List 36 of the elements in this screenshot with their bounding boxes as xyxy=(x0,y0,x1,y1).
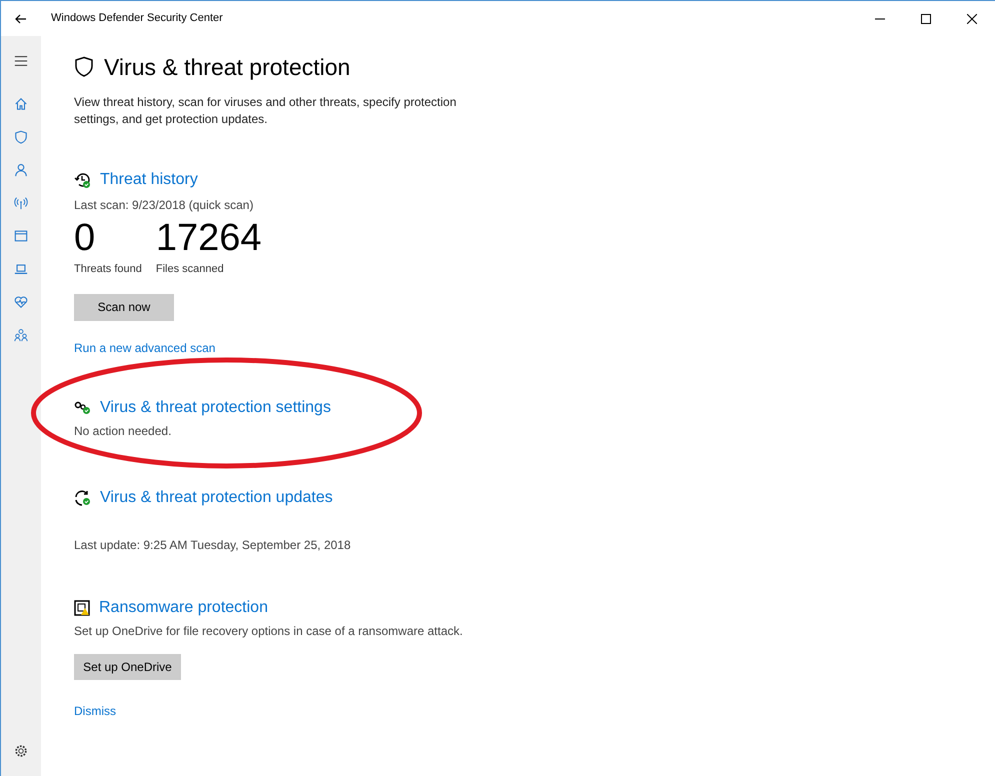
section-title-link[interactable]: Threat history xyxy=(100,169,198,191)
stat-value: 0 xyxy=(74,216,96,260)
laptop-icon xyxy=(14,262,28,276)
back-arrow-icon xyxy=(15,14,27,24)
person-icon xyxy=(14,162,28,176)
shield-icon xyxy=(14,130,28,144)
stat-label: Files scanned xyxy=(156,262,225,277)
home-icon xyxy=(14,96,28,110)
page-description: View threat history, scan for viruses and other threats, specify protection settings, and get protection updates. xyxy=(74,94,458,128)
settings-status-text: No action needed. xyxy=(74,422,172,440)
stat-label: Threats found xyxy=(74,262,142,277)
section-title-link[interactable]: Virus & threat protection updates xyxy=(100,486,333,508)
ransomware-warning-icon xyxy=(74,600,90,616)
page-title: Virus & threat protection xyxy=(104,53,350,82)
window-title: Windows Defender Security Center xyxy=(51,11,223,26)
maximize-icon xyxy=(921,14,931,24)
ransomware-description: Set up OneDrive for file recovery options in case of a ransomware attack. xyxy=(74,622,464,640)
browser-window-icon xyxy=(14,228,28,242)
family-icon xyxy=(14,328,28,342)
heart-icon xyxy=(14,294,28,308)
section-title-link[interactable]: Ransomware protection xyxy=(99,596,268,618)
last-update-text: Last update: 9:25 AM Tuesday, September 25, 2018 xyxy=(74,536,352,554)
setup-onedrive-button[interactable]: Set up OneDrive xyxy=(74,654,181,680)
scan-now-button[interactable]: Scan now xyxy=(74,294,174,320)
wireless-icon xyxy=(14,196,28,210)
stat-value: 17264 xyxy=(156,216,262,260)
last-scan-text: Last scan: 9/23/2018 (quick scan) xyxy=(74,197,254,214)
settings-icon xyxy=(14,744,28,758)
shield-icon xyxy=(74,56,94,78)
refresh-check-icon xyxy=(74,490,91,506)
menu-icon xyxy=(14,54,28,68)
dismiss-link[interactable]: Dismiss xyxy=(74,702,116,720)
close-icon xyxy=(967,14,977,24)
advanced-scan-link[interactable]: Run a new advanced scan xyxy=(74,338,216,356)
section-title-link[interactable]: Virus & threat protection settings xyxy=(100,396,331,418)
clock-check-icon xyxy=(74,172,91,188)
